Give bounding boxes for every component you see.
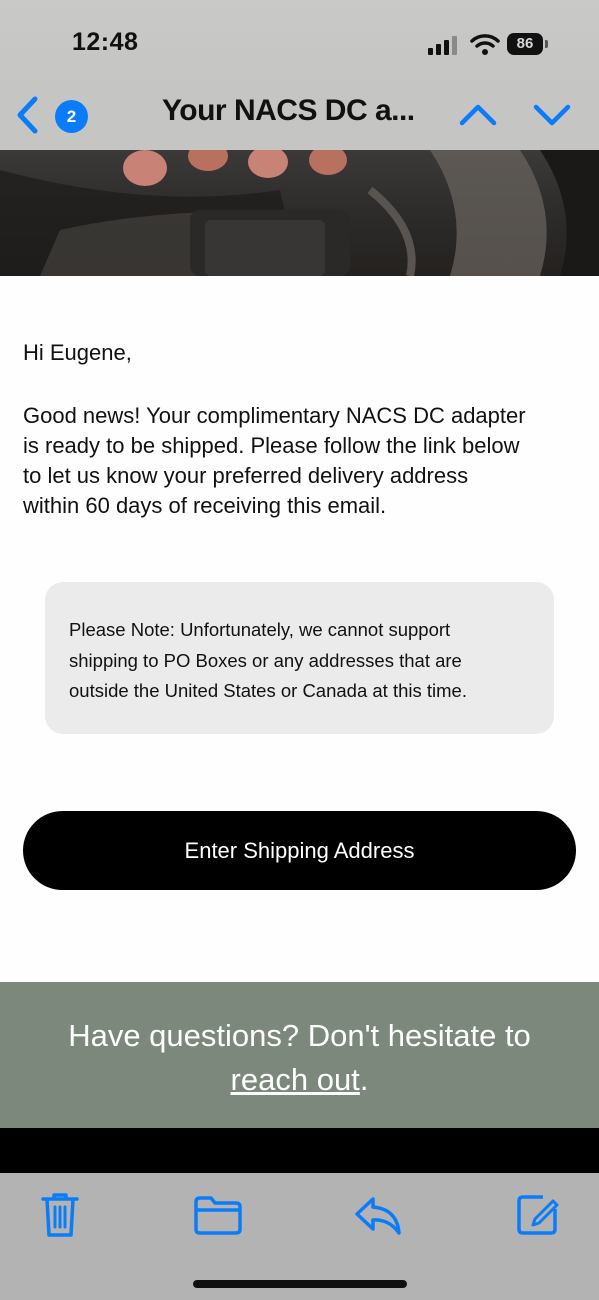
email-bottom-band bbox=[0, 1128, 599, 1173]
email-greeting: Hi Eugene, bbox=[23, 340, 132, 365]
back-chevron-icon[interactable] bbox=[14, 94, 40, 136]
footer-prefix: Have questions? Don't hesitate to bbox=[68, 1018, 531, 1053]
email-hero-image bbox=[0, 150, 599, 276]
compose-icon[interactable] bbox=[513, 1189, 563, 1239]
next-message-icon[interactable] bbox=[532, 97, 572, 133]
folder-icon[interactable] bbox=[193, 1189, 243, 1239]
reply-icon[interactable] bbox=[353, 1189, 403, 1239]
home-indicator[interactable] bbox=[193, 1280, 407, 1288]
note-line: Please Note: Unfortunately, we cannot su… bbox=[69, 619, 451, 640]
body-line: Good news! Your complimentary NACS DC ad… bbox=[23, 403, 526, 428]
nav-bar: 2 Your NACS DC a... bbox=[0, 85, 599, 150]
battery-tip bbox=[545, 40, 548, 48]
footer-suffix: . bbox=[359, 1062, 369, 1097]
hero-photo-graphic bbox=[0, 150, 599, 276]
email-footer: Have questions? Don't hesitate to reach … bbox=[0, 982, 599, 1128]
shipping-note-box: Please Note: Unfortunately, we cannot su… bbox=[45, 582, 554, 734]
note-line: outside the United States or Canada at t… bbox=[69, 680, 467, 701]
cellular-signal-icon bbox=[428, 36, 457, 55]
shipping-note-text: Please Note: Unfortunately, we cannot su… bbox=[69, 615, 539, 707]
body-line: is ready to be shipped. Please follow th… bbox=[23, 433, 520, 458]
enter-shipping-address-button[interactable]: Enter Shipping Address bbox=[23, 811, 576, 890]
wifi-icon bbox=[470, 34, 500, 55]
trash-icon[interactable] bbox=[35, 1189, 85, 1239]
footer-questions-text: Have questions? Don't hesitate to reach … bbox=[0, 1014, 599, 1102]
email-body-paragraph: Good news! Your complimentary NACS DC ad… bbox=[23, 401, 583, 521]
body-line: to let us know your preferred delivery a… bbox=[23, 463, 469, 488]
status-bar: 12:48 86 bbox=[0, 0, 599, 85]
unread-count-badge[interactable]: 2 bbox=[55, 100, 88, 133]
status-time: 12:48 bbox=[72, 28, 139, 56]
message-subject-title: Your NACS DC a... bbox=[162, 94, 415, 127]
previous-message-icon[interactable] bbox=[458, 97, 498, 133]
note-line: shipping to PO Boxes or any addresses th… bbox=[69, 649, 462, 671]
body-line: within 60 days of receiving this email. bbox=[23, 493, 387, 518]
battery-icon: 86 bbox=[507, 33, 543, 55]
reach-out-link[interactable]: reach out bbox=[231, 1062, 360, 1097]
